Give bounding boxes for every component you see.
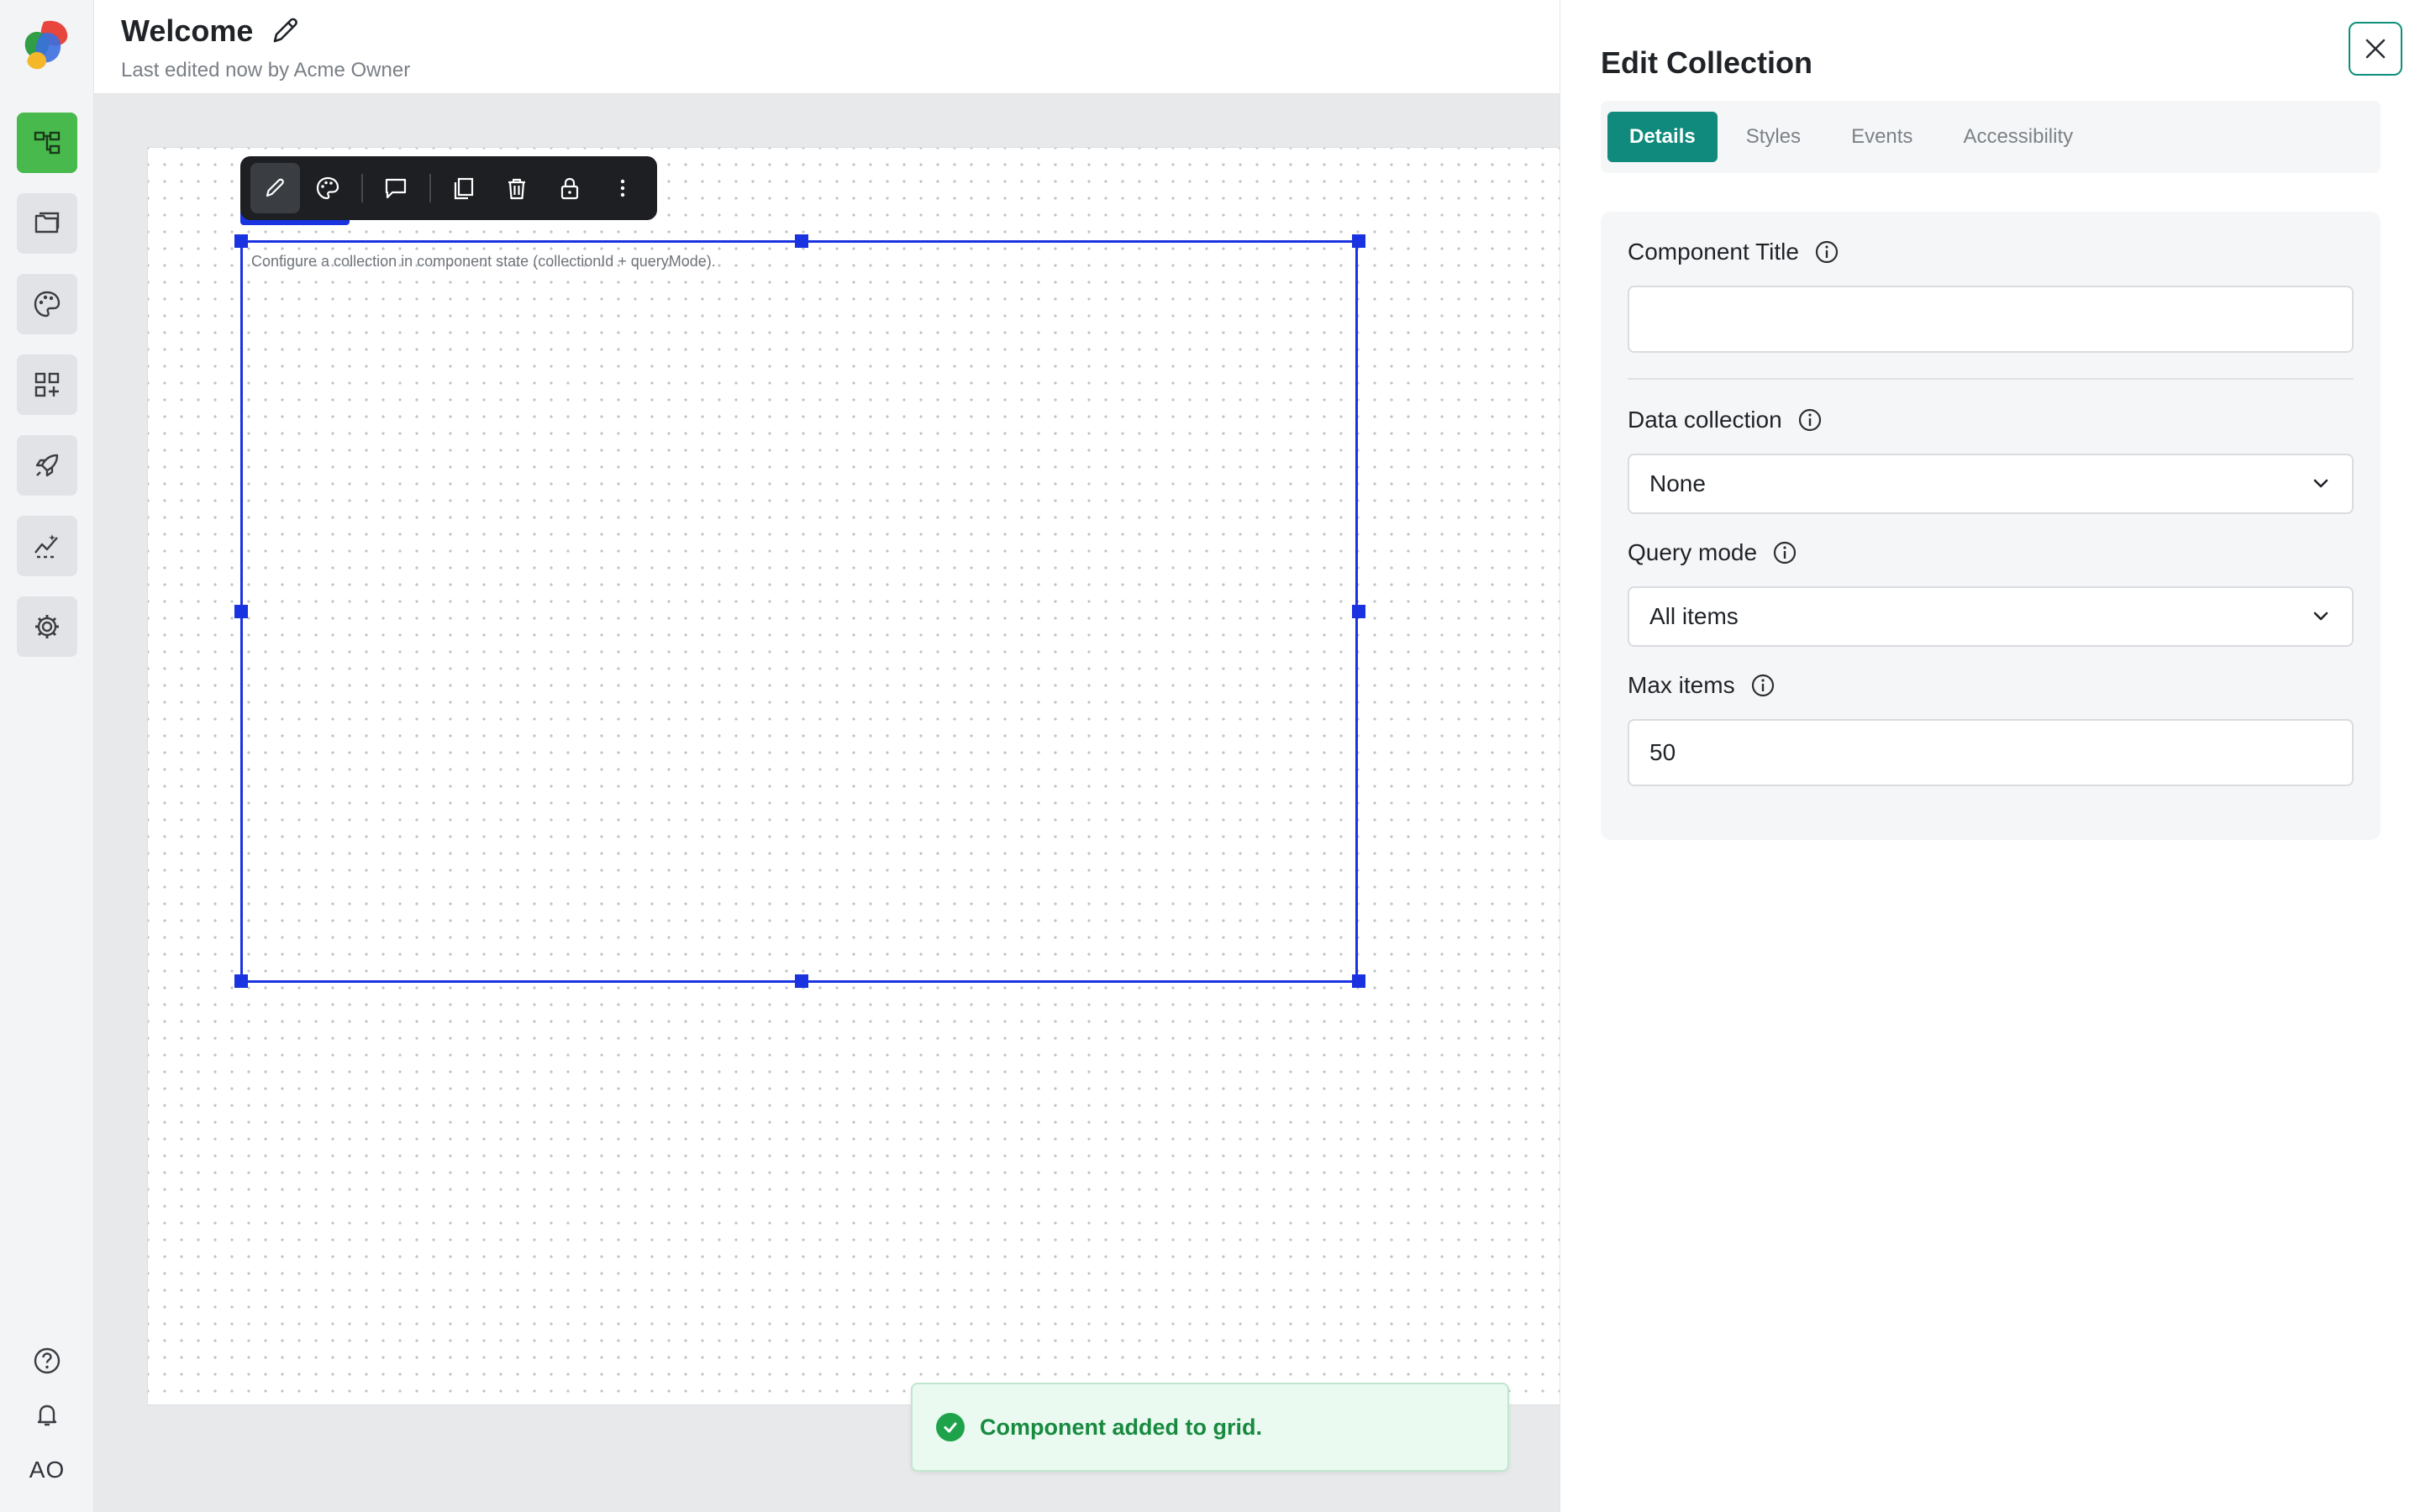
toolbar-more-button[interactable] (597, 163, 647, 213)
component-title-label: Component Title (1628, 239, 1839, 265)
edit-panel: Edit Collection Details Styles Events Ac… (1560, 0, 2420, 1512)
settings-icon (35, 615, 59, 638)
info-icon[interactable] (1750, 673, 1776, 698)
data-collection-label: Data collection (1628, 407, 1823, 433)
resize-handle-top-left[interactable] (234, 234, 248, 248)
resize-handle-bottom-right[interactable] (1352, 974, 1365, 988)
delete-icon (508, 178, 525, 200)
tab-styles[interactable]: Styles (1724, 112, 1823, 162)
duplicate-icon (454, 177, 474, 200)
check-circle-icon (936, 1413, 965, 1441)
toolbar-lock-button[interactable] (544, 163, 594, 213)
toast-message: Component added to grid. (980, 1414, 1262, 1440)
tab-details[interactable]: Details (1607, 112, 1718, 162)
help-icon (34, 1347, 60, 1374)
close-icon (2365, 39, 2386, 59)
query-mode-value: All items (1649, 603, 1739, 629)
field-divider (1628, 378, 2354, 380)
info-icon[interactable] (1772, 540, 1797, 565)
avatar-initials: AO (29, 1457, 66, 1483)
data-collection-select[interactable]: None (1628, 454, 2354, 514)
user-avatar[interactable]: AO (0, 1452, 94, 1488)
close-panel-button[interactable] (2349, 22, 2402, 76)
panel-title: Edit Collection (1601, 45, 1812, 80)
toolbar-style-button[interactable] (303, 163, 353, 213)
rail-item-pages[interactable] (17, 193, 77, 254)
component-title-label-text: Component Title (1628, 239, 1799, 265)
query-mode-label: Query mode (1628, 539, 1797, 566)
tab-accessibility[interactable]: Accessibility (1941, 112, 2095, 162)
collection-placeholder-text: Configure a collection in component stat… (251, 253, 716, 270)
add-component-icon (34, 372, 60, 397)
toolbar-comment-button[interactable] (371, 163, 421, 213)
lock-icon (560, 177, 578, 200)
resize-handle-bottom-left[interactable] (234, 974, 248, 988)
bell-icon (37, 1404, 57, 1426)
hierarchy-icon (34, 131, 60, 155)
toolbar-edit-button[interactable] (250, 163, 300, 213)
query-mode-label-text: Query mode (1628, 539, 1758, 565)
toolbar-delete-button[interactable] (492, 163, 541, 213)
rocket-icon (35, 454, 59, 477)
left-rail: AO (0, 0, 94, 1512)
page-header: Welcome Last edited now by Acme Owner (94, 0, 1560, 94)
more-icon (620, 179, 624, 197)
selected-collection-component[interactable]: Configure a collection in component stat… (234, 234, 1365, 988)
chevron-down-icon (2313, 612, 2328, 621)
resize-handle-right[interactable] (1352, 605, 1365, 618)
resize-handle-left[interactable] (234, 605, 248, 618)
edit-title-icon[interactable] (268, 14, 302, 48)
rail-item-theme[interactable] (17, 274, 77, 334)
notifications-button[interactable] (0, 1398, 94, 1431)
max-items-label: Max items (1628, 672, 1776, 699)
rail-item-publish[interactable] (17, 435, 77, 496)
data-collection-label-text: Data collection (1628, 407, 1782, 433)
analytics-icon (34, 534, 58, 559)
resize-handle-bottom[interactable] (795, 974, 808, 988)
rail-item-settings[interactable] (17, 596, 77, 657)
rail-item-analytics[interactable] (17, 516, 77, 576)
toolbar-divider (429, 174, 431, 202)
info-icon[interactable] (1797, 407, 1823, 433)
resize-handle-top-right[interactable] (1352, 234, 1365, 248)
toolbar-divider (360, 174, 363, 202)
component-toolbar (240, 156, 657, 220)
rail-item-hierarchy[interactable] (17, 113, 77, 173)
page-title: Welcome (121, 13, 254, 48)
tab-events[interactable]: Events (1829, 112, 1934, 162)
help-button[interactable] (0, 1344, 94, 1378)
success-toast: Component added to grid. (911, 1383, 1509, 1472)
panel-tabs: Details Styles Events Accessibility (1601, 101, 2381, 173)
comment-icon (386, 178, 407, 199)
info-icon[interactable] (1814, 239, 1839, 265)
palette-icon (317, 176, 339, 200)
max-items-input[interactable]: 50 (1628, 719, 2354, 786)
data-collection-value: None (1649, 470, 1706, 496)
resize-handle-top[interactable] (795, 234, 808, 248)
app-logo[interactable] (18, 17, 76, 74)
rail-item-components[interactable] (17, 354, 77, 415)
palette-icon (34, 291, 60, 318)
chevron-down-icon (2313, 479, 2328, 488)
query-mode-select[interactable]: All items (1628, 586, 2354, 647)
edit-icon (266, 178, 285, 197)
max-items-label-text: Max items (1628, 672, 1735, 698)
component-title-input[interactable] (1628, 286, 2354, 353)
last-edited-text: Last edited now by Acme Owner (121, 59, 411, 81)
details-card: Component Title Data collection None Que… (1601, 212, 2381, 840)
pages-icon (34, 212, 60, 234)
toolbar-duplicate-button[interactable] (439, 163, 489, 213)
